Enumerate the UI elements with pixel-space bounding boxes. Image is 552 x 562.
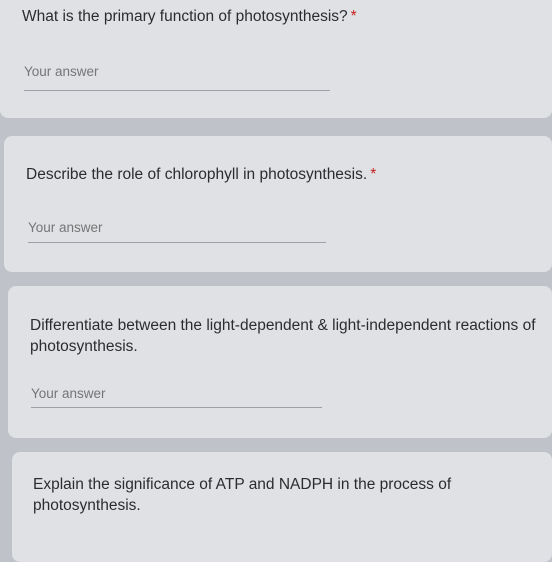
required-asterisk: * <box>370 166 377 183</box>
question-title: Describe the role of chlorophyll in phot… <box>26 164 541 185</box>
answer-underline <box>31 407 322 408</box>
question-text: What is the primary function of photosyn… <box>22 8 348 25</box>
question-title: What is the primary function of photosyn… <box>22 6 542 27</box>
question-title: Differentiate between the light-dependen… <box>30 315 550 357</box>
answer-input[interactable] <box>28 220 323 241</box>
question-text: Describe the role of chlorophyll in phot… <box>26 166 368 183</box>
question-text: Explain the significance of ATP and NADP… <box>33 476 452 514</box>
question-card-4: Explain the significance of ATP and NADP… <box>12 452 552 562</box>
answer-underline <box>28 242 326 243</box>
question-card-3: Differentiate between the light-dependen… <box>8 286 552 438</box>
question-text: Differentiate between the light-dependen… <box>30 317 536 355</box>
question-title: Explain the significance of ATP and NADP… <box>33 474 473 516</box>
answer-input[interactable] <box>31 386 316 407</box>
answer-underline <box>24 90 330 91</box>
question-card-2: Describe the role of chlorophyll in phot… <box>4 136 552 272</box>
question-card-1: What is the primary function of photosyn… <box>0 0 552 118</box>
answer-input[interactable] <box>24 64 324 85</box>
required-asterisk: * <box>350 8 357 25</box>
